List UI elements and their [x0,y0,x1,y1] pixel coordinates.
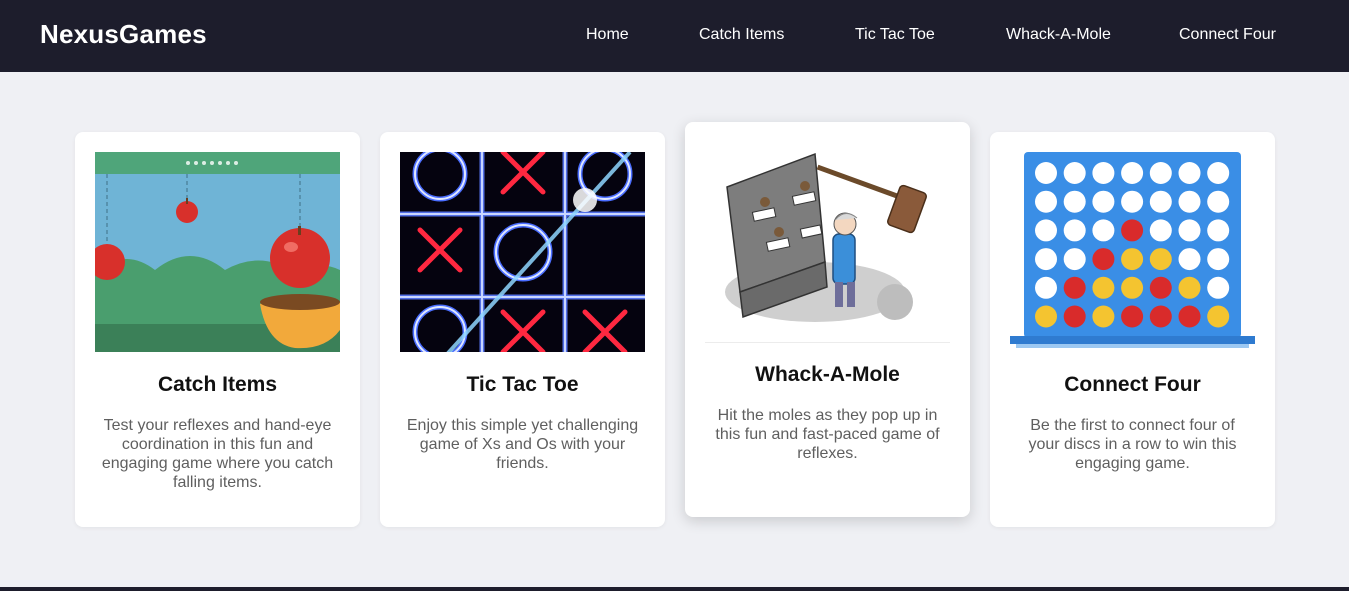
game-card-whack-a-mole[interactable]: Whack-A-Mole Hit the moles as they pop u… [685,122,970,517]
top-navbar: NexusGames Home Catch Items Tic Tac Toe … [0,0,1349,72]
card-description: Enjoy this simple yet challenging game o… [406,417,639,472]
catch-items-image[interactable] [95,152,340,352]
nav-link-home[interactable]: Home [586,26,629,44]
game-card-tic-tac-toe[interactable]: Tic Tac Toe Enjoy this simple yet challe… [380,132,665,527]
nav-link-catch-items[interactable]: Catch Items [699,26,784,44]
card-title: Connect Four [1064,373,1201,396]
card-description: Hit the moles as they pop up in this fun… [715,407,940,462]
card-description: Test your reflexes and hand-eye coordina… [101,417,334,491]
game-card-catch-items[interactable]: Catch Items Test your reflexes and hand-… [75,132,360,527]
tic-tac-toe-image[interactable] [400,152,645,352]
nav-link-connect-four[interactable]: Connect Four [1179,26,1276,44]
nav-link-tic-tac-toe[interactable]: Tic Tac Toe [855,26,935,44]
game-card-connect-four[interactable]: Connect Four Be the first to connect fou… [990,132,1275,527]
card-title: Whack-A-Mole [755,363,900,386]
footer-bar [0,587,1349,591]
card-description: Be the first to connect four of your dis… [1028,417,1237,472]
image-divider [705,342,950,343]
card-title: Catch Items [157,373,278,396]
site-logo-text[interactable]: NexusGames [40,19,207,50]
card-title: Tic Tac Toe [466,373,579,396]
connect-four-image[interactable] [1010,152,1255,352]
whack-a-mole-image[interactable] [705,142,950,342]
nav-link-whack-a-mole[interactable]: Whack-A-Mole [1006,26,1111,44]
